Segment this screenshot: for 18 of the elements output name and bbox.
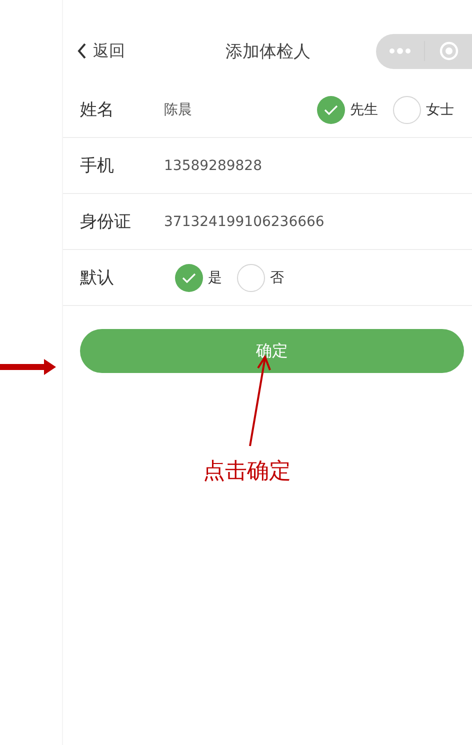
- page-title: 添加体检人: [226, 40, 310, 62]
- back-button[interactable]: 返回: [77, 40, 125, 62]
- radio-option[interactable]: 是: [175, 264, 222, 292]
- radio-option[interactable]: 否: [237, 264, 284, 292]
- pointer-arrow-icon: [0, 358, 57, 376]
- radio-option[interactable]: 女士: [393, 96, 454, 124]
- target-icon: [439, 41, 459, 61]
- field-value[interactable]: 371324199106236666: [164, 214, 324, 230]
- field-label: 身份证: [80, 211, 132, 233]
- annotation-text: 点击确定: [203, 458, 291, 486]
- field-label: 姓名: [80, 99, 115, 121]
- radio-option[interactable]: 先生: [317, 96, 378, 124]
- field-label: 手机: [80, 155, 115, 177]
- more-icon: [389, 48, 411, 54]
- field-label: 默认: [80, 267, 115, 289]
- field-value[interactable]: 陈晨: [164, 100, 192, 118]
- field-value[interactable]: 13589289828: [164, 158, 262, 174]
- back-icon: [77, 43, 87, 59]
